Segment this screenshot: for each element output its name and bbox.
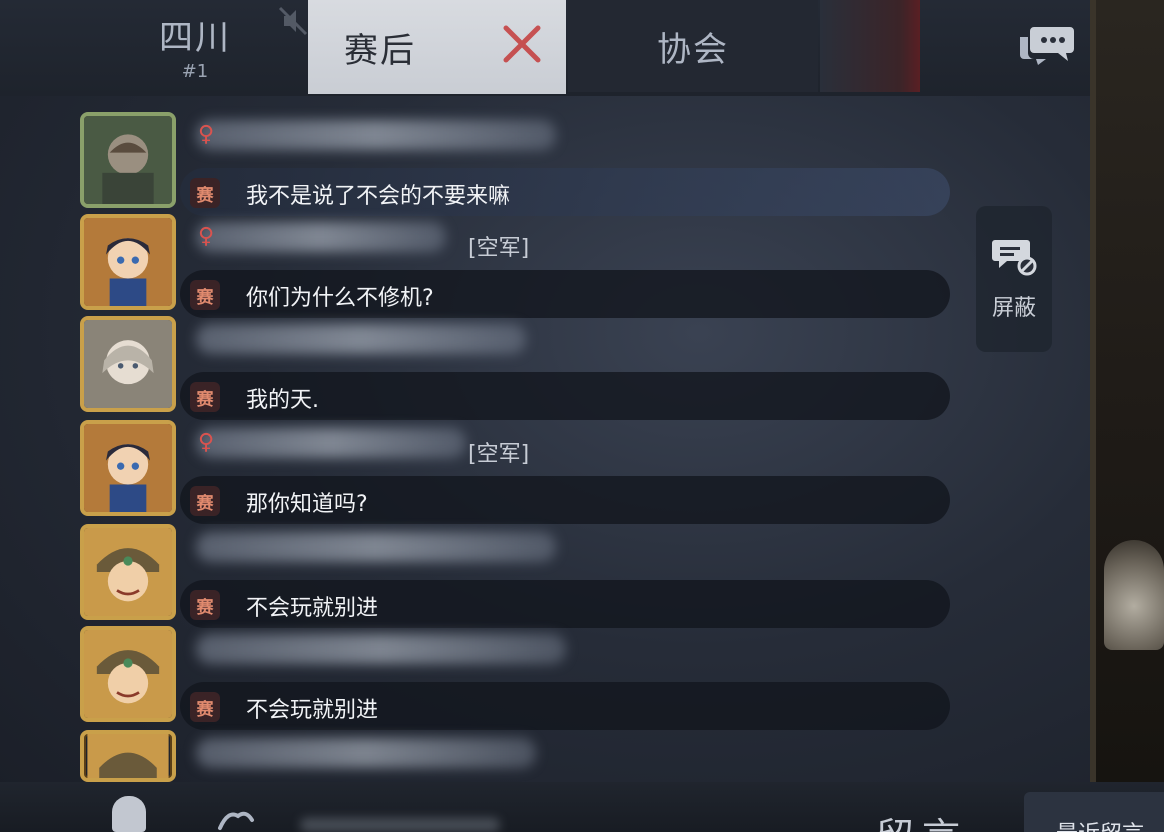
message-row: ♀ 赛 我不是说了不会的不要来嘛 <box>0 112 960 216</box>
message-text: 那你知道吗? <box>246 492 368 517</box>
gender-icon: ♀ <box>198 430 215 455</box>
avatar[interactable] <box>80 626 176 722</box>
tab-association[interactable]: 协会 <box>568 0 818 92</box>
message-input[interactable] <box>300 818 500 832</box>
input-bar <box>0 782 1164 832</box>
username-blurred <box>196 634 566 664</box>
message-text: 我不是说了不会的不要来嘛 <box>246 184 511 209</box>
match-badge: 赛 <box>190 178 220 208</box>
message-row <box>0 730 960 782</box>
match-badge: 赛 <box>190 382 220 412</box>
block-button[interactable]: 屏蔽 <box>976 206 1052 352</box>
match-badge: 赛 <box>190 590 220 620</box>
tab-region[interactable]: 四川 #1 <box>90 0 300 92</box>
match-badge: 赛 <box>190 692 220 722</box>
recent-messages-button[interactable]: 最近留言 <box>1024 792 1164 832</box>
mic-icon[interactable] <box>112 796 146 832</box>
gender-icon: ♀ <box>198 122 215 147</box>
avatar[interactable] <box>80 214 176 310</box>
message-row: ♀ [空军] 赛 你们为什么不修机? <box>0 214 960 318</box>
block-button-label: 屏蔽 <box>991 296 1036 321</box>
avatar[interactable] <box>80 524 176 620</box>
tab-extra[interactable] <box>820 0 920 92</box>
emoji-icon[interactable] <box>216 808 256 832</box>
message-row: 赛 不会玩就别进 <box>0 524 960 628</box>
tab-association-label: 协会 <box>657 29 729 70</box>
leave-message-label[interactable]: 留言 <box>876 806 968 832</box>
message-row: 赛 我的天. <box>0 316 960 420</box>
tab-postgame-label: 赛后 <box>344 30 416 71</box>
close-x-icon[interactable] <box>500 22 544 66</box>
username-blurred <box>196 532 556 562</box>
recent-messages-label: 最近留言 <box>1056 822 1144 832</box>
match-badge: 赛 <box>190 486 220 516</box>
username-blurred <box>196 428 466 458</box>
tab-region-rank: #1 <box>181 61 209 82</box>
username-blurred <box>196 120 556 150</box>
user-tag: [空军] <box>468 236 530 261</box>
avatar[interactable] <box>80 316 176 412</box>
message-row: 赛 不会玩就别进 <box>0 626 960 730</box>
message-text: 不会玩就别进 <box>246 698 379 723</box>
username-blurred <box>196 738 536 768</box>
message-text: 我的天. <box>246 388 319 413</box>
message-row: ♀ [空军] 赛 那你知道吗? <box>0 420 960 524</box>
username-blurred <box>196 222 446 252</box>
chat-bubbles-icon <box>1020 27 1074 65</box>
message-text: 不会玩就别进 <box>246 596 379 621</box>
background-pillar <box>1090 0 1164 832</box>
gender-icon: ♀ <box>198 224 215 249</box>
avatar[interactable] <box>80 112 176 208</box>
tab-bar: 四川 #1 赛后 协会 <box>0 0 1164 96</box>
username-blurred <box>196 324 526 354</box>
avatar[interactable] <box>80 730 176 782</box>
tab-postgame[interactable]: 赛后 <box>308 0 566 94</box>
avatar[interactable] <box>80 420 176 516</box>
tab-region-label: 四川 <box>159 18 231 58</box>
block-icon <box>992 240 1037 276</box>
match-badge: 赛 <box>190 280 220 310</box>
message-text: 你们为什么不修机? <box>246 286 434 311</box>
lantern-decoration <box>1104 540 1164 650</box>
user-tag: [空军] <box>468 442 530 467</box>
